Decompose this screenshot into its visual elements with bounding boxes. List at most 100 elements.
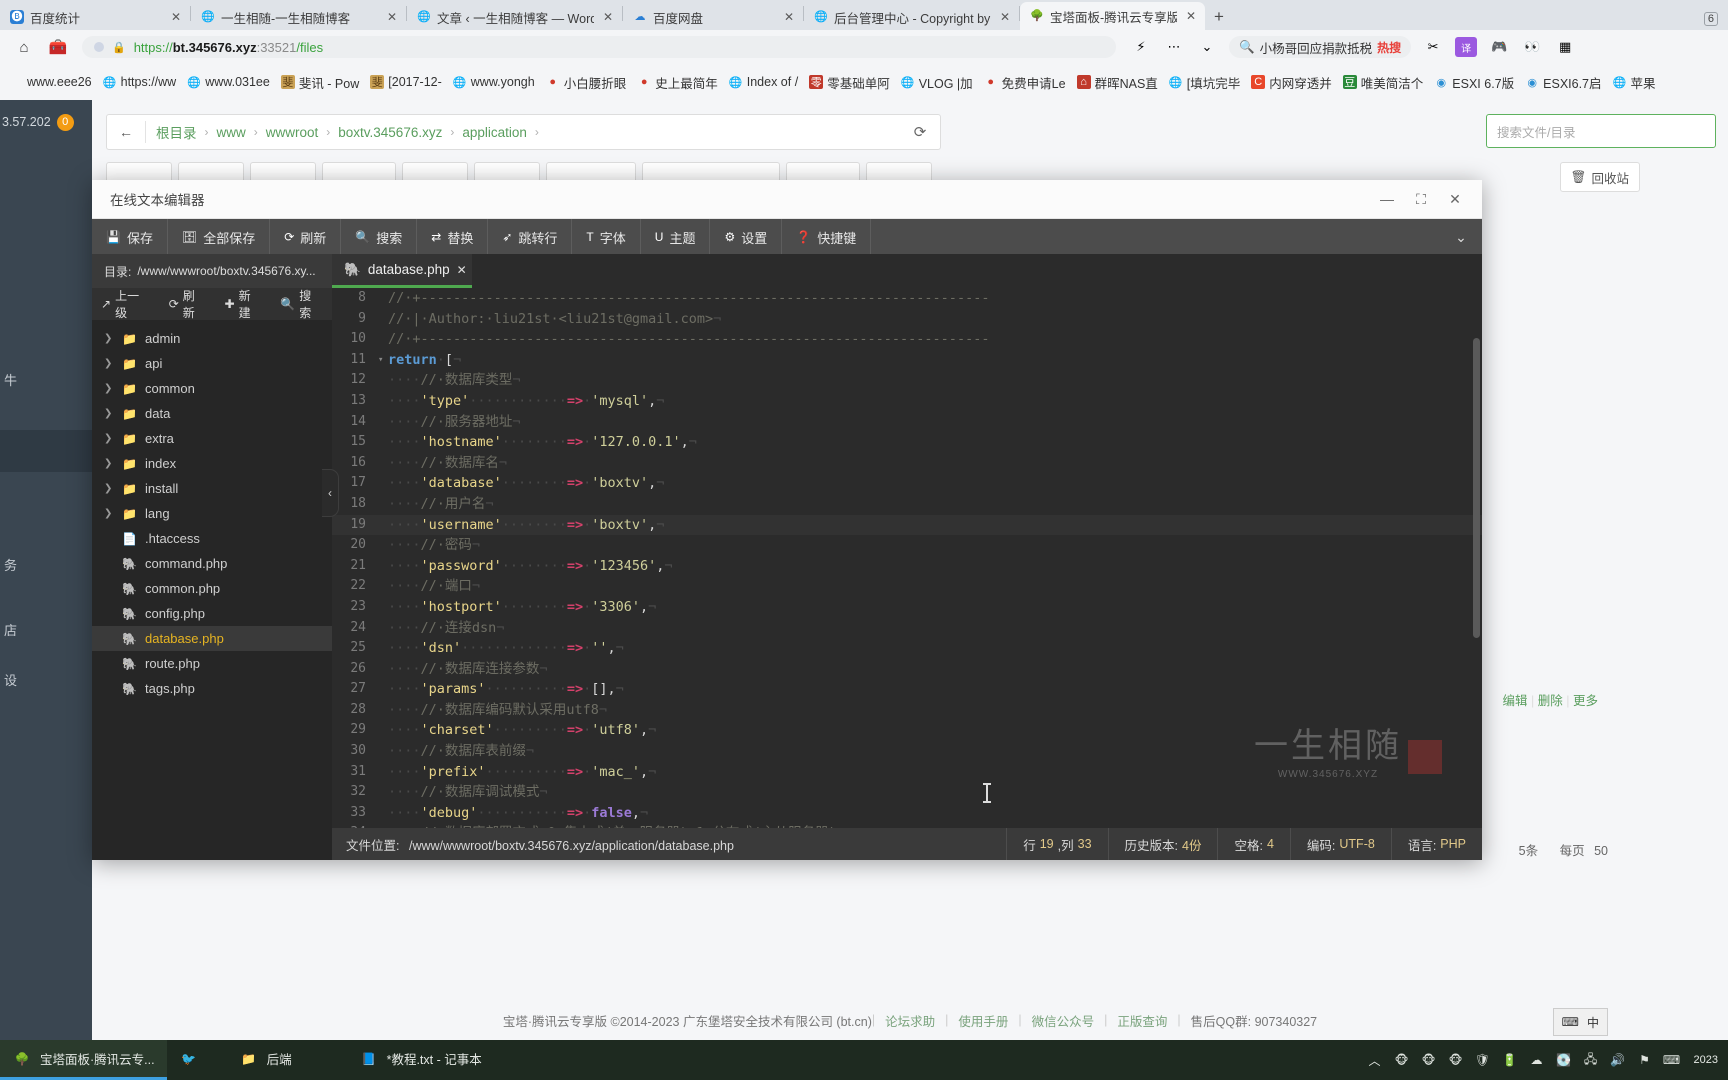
- code-line-32[interactable]: 32 ····//·数据库调试模式¬: [332, 782, 1482, 803]
- search-input[interactable]: 搜索文件/目录 包含子目: [1486, 114, 1716, 148]
- flag-icon[interactable]: ⚑: [1636, 1051, 1654, 1069]
- tree-item-config.php[interactable]: 🐘 config.php: [92, 601, 332, 626]
- bookmark-0[interactable]: www.eee26: [4, 72, 97, 92]
- editor-btn-设置[interactable]: ⚙ 设置: [710, 219, 783, 255]
- clock[interactable]: 2023: [1690, 1054, 1718, 1067]
- code-line-17[interactable]: 17 ····'database'········=>·'boxtv',¬: [332, 473, 1482, 494]
- code-line-19[interactable]: 19 ····'username'········=>·'boxtv',¬: [332, 514, 1482, 536]
- refresh-icon[interactable]: ⟳: [900, 123, 940, 141]
- tree-item-api[interactable]: ❯ 📁 api: [92, 351, 332, 376]
- chevron-down-icon[interactable]: ⌄: [1196, 37, 1218, 57]
- url-input[interactable]: 🔒 https://bt.345676.xyz:33521/files: [82, 36, 1116, 58]
- code-line-20[interactable]: 20 ····//·密码¬: [332, 535, 1482, 556]
- code-line-13[interactable]: 13 ····'type'············=>·'mysql',¬: [332, 391, 1482, 412]
- code-line-26[interactable]: 26 ····//·数据库连接参数¬: [332, 659, 1482, 680]
- close-icon[interactable]: ✕: [384, 10, 400, 24]
- code-lines[interactable]: 8 //·+-----------------------------------…: [332, 288, 1482, 828]
- sidebar-item-2[interactable]: 店: [0, 620, 92, 639]
- editor-btn-全部保存[interactable]: 🗄 全部保存: [168, 219, 271, 255]
- sidebar-tool-搜索[interactable]: 🔍 搜索: [271, 287, 332, 321]
- new-tab-button[interactable]: +: [1205, 4, 1233, 30]
- chevron-right-icon[interactable]: ❯: [104, 408, 114, 419]
- code-line-24[interactable]: 24 ····//·连接dsn¬: [332, 618, 1482, 639]
- browser-tab-4[interactable]: 🌐 后台管理中心 - Copyright by ✕: [804, 4, 1019, 30]
- code-line-23[interactable]: 23 ····'hostport'········=>·'3306',¬: [332, 597, 1482, 618]
- cloud-icon[interactable]: ☁: [1528, 1051, 1546, 1069]
- row-action-more[interactable]: 更多: [1573, 694, 1598, 708]
- disk-icon[interactable]: 💽: [1555, 1051, 1573, 1069]
- editor-btn-主题[interactable]: U 主题: [641, 219, 711, 255]
- bookmark-16[interactable]: ◉ ESXI 6.7版: [1429, 70, 1519, 95]
- browser-tab-5[interactable]: 🌳 宝塔面板-腾讯云专享版 ✕: [1020, 2, 1205, 30]
- close-icon[interactable]: ✕: [997, 10, 1013, 24]
- sidebar-tool-上一级[interactable]: ↗ 上一级: [92, 287, 160, 321]
- site-info-icon[interactable]: [94, 42, 104, 52]
- maximize-icon[interactable]: ⛶: [1404, 180, 1438, 218]
- row-action-edit[interactable]: 编辑: [1503, 694, 1528, 708]
- code-line-18[interactable]: 18 ····//·用户名¬: [332, 494, 1482, 515]
- code-line-21[interactable]: 21 ····'password'········=>·'123456',¬: [332, 556, 1482, 577]
- tree-item-data[interactable]: ❯ 📁 data: [92, 401, 332, 426]
- browser-search-input[interactable]: 🔍 小杨哥回应捐款抵税 热搜: [1229, 36, 1412, 58]
- footer-link-license[interactable]: 正版查询: [1117, 1011, 1167, 1030]
- taskbar-item-1[interactable]: 🐦: [167, 1040, 227, 1080]
- chevron-right-icon[interactable]: ❯: [104, 508, 114, 519]
- code-line-9[interactable]: 9 //·|·Author:·liu21st·<liu21st@gmail.com…: [332, 309, 1482, 330]
- apps-icon[interactable]: ▦: [1554, 37, 1576, 57]
- tree-item-.htaccess[interactable]: 📄 .htaccess: [92, 526, 332, 551]
- bookmark-7[interactable]: ● 史上最简年: [632, 70, 723, 95]
- sidebar-item-1[interactable]: 务: [0, 555, 92, 574]
- home-icon[interactable]: ⌂: [14, 37, 34, 57]
- close-icon[interactable]: ✕: [1438, 180, 1472, 218]
- editor-btn-搜索[interactable]: 🔍 搜索: [341, 219, 418, 255]
- taskbar-item-2[interactable]: 📁 后端: [227, 1040, 347, 1080]
- code-line-27[interactable]: 27 ····'params'··········=>·[],¬: [332, 679, 1482, 700]
- breadcrumb-item-1[interactable]: www: [217, 125, 246, 140]
- browser-tab-2[interactable]: 🌐 文章 ‹ 一生相随博客 — Word ✕: [407, 4, 622, 30]
- tree-item-index[interactable]: ❯ 📁 index: [92, 451, 332, 476]
- bookmark-1[interactable]: 🌐 https://ww: [98, 72, 182, 92]
- chevron-right-icon[interactable]: ❯: [104, 433, 114, 444]
- editor-btn-刷新[interactable]: ⟳ 刷新: [270, 219, 342, 255]
- bookmark-8[interactable]: 🌐 Index of /: [724, 72, 803, 92]
- bookmark-3[interactable]: 斐斐讯 - Pow: [276, 70, 364, 95]
- tree-item-command.php[interactable]: 🐘 command.php: [92, 551, 332, 576]
- lightning-icon[interactable]: ⚡: [1130, 37, 1152, 57]
- eyes-icon[interactable]: 👀: [1521, 37, 1543, 57]
- fold-marker[interactable]: ▾: [378, 350, 388, 371]
- more-icon[interactable]: ⋯: [1163, 37, 1185, 57]
- chevron-down-icon[interactable]: ⌄: [1440, 219, 1482, 255]
- briefcase-icon[interactable]: 🧰: [48, 37, 68, 57]
- code-line-8[interactable]: 8 //·+-----------------------------------…: [332, 288, 1482, 309]
- bookmark-12[interactable]: ⌂ 群晖NAS直: [1072, 70, 1163, 95]
- row-action-delete[interactable]: 删除: [1538, 694, 1563, 708]
- editor-btn-保存[interactable]: 💾 保存: [92, 219, 168, 255]
- sidebar-collapse-handle[interactable]: ‹: [322, 469, 339, 517]
- volume-icon[interactable]: 🔊: [1609, 1051, 1627, 1069]
- code-line-16[interactable]: 16 ····//·数据库名¬: [332, 453, 1482, 474]
- bookmark-10[interactable]: 🌐 VLOG |加: [896, 70, 978, 95]
- monkey-icon[interactable]: 🐵: [1393, 1051, 1411, 1069]
- tree-item-database.php[interactable]: 🐘 database.php: [92, 626, 332, 651]
- browser-tab-1[interactable]: 🌐 一生相随-一生相随博客 ✕: [191, 4, 406, 30]
- code-line-12[interactable]: 12 ····//·数据库类型¬: [332, 370, 1482, 391]
- bookmark-4[interactable]: 斐 [2017-12-: [365, 72, 447, 92]
- close-icon[interactable]: ✕: [781, 10, 797, 24]
- code-area[interactable]: 8 //·+-----------------------------------…: [332, 288, 1482, 828]
- footer-link-manual[interactable]: 使用手册: [958, 1011, 1008, 1030]
- net-icon[interactable]: 🖧: [1582, 1051, 1600, 1069]
- bookmark-11[interactable]: ● 免费申请Le: [979, 70, 1071, 95]
- tree-item-tags.php[interactable]: 🐘 tags.php: [92, 676, 332, 701]
- chevron-right-icon[interactable]: ❯: [104, 458, 114, 469]
- monkey-icon[interactable]: 🐵: [1420, 1051, 1438, 1069]
- code-line-15[interactable]: 15 ····'hostname'········=>·'127.0.0.1',¬: [332, 432, 1482, 453]
- tree-item-extra[interactable]: ❯ 📁 extra: [92, 426, 332, 451]
- editor-btn-快捷键[interactable]: ❓ 快捷键: [782, 219, 872, 255]
- scissors-icon[interactable]: ✂: [1422, 37, 1444, 57]
- recycle-bin-button[interactable]: 🗑 回收站: [1559, 162, 1640, 192]
- bookmark-5[interactable]: 🌐 www.yongh: [448, 72, 540, 92]
- footer-link-forum[interactable]: 论坛求助: [885, 1011, 935, 1030]
- tree-item-lang[interactable]: ❯ 📁 lang: [92, 501, 332, 526]
- taskbar-item-3[interactable]: 📘 *教程.txt - 记事本: [347, 1040, 494, 1080]
- bookmark-9[interactable]: 零零基础单阿: [804, 70, 895, 95]
